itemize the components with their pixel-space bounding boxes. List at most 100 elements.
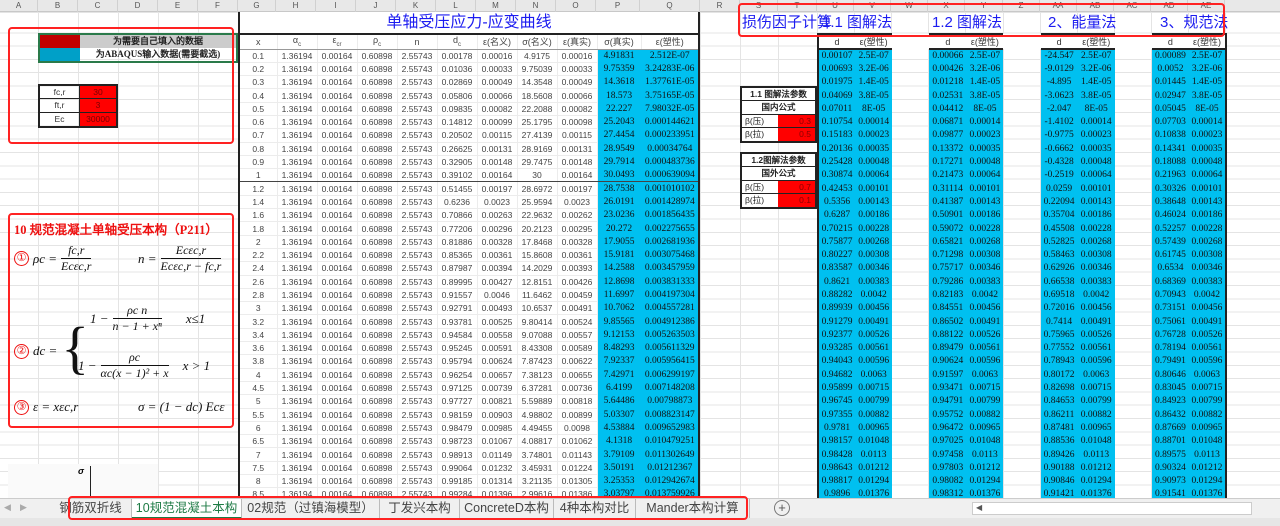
param1-beta-comp-input[interactable]: 0.3 [778, 114, 815, 127]
table-cell[interactable]: 1.4E-05 [966, 75, 1004, 89]
table-cell[interactable]: 1.36194 [277, 75, 318, 90]
table-cell[interactable]: 2.55743 [397, 128, 438, 143]
table-cell[interactable]: 0.00346 [966, 261, 1004, 276]
col-header[interactable]: dc [437, 33, 478, 50]
table-cell[interactable]: 3.2E-06 [1188, 62, 1227, 76]
column-header-AA[interactable]: AA [1040, 0, 1077, 12]
table-cell[interactable]: -0.4328 [1040, 155, 1078, 169]
table-cell[interactable]: 0.00143 [855, 195, 893, 209]
empty-cell[interactable] [1115, 182, 1152, 195]
table-cell[interactable]: 4.53884 [597, 421, 642, 436]
empty-cell[interactable] [1003, 448, 1040, 461]
table-cell[interactable]: 3.45931 [517, 461, 558, 476]
table-cell[interactable]: 0.00164 [557, 168, 598, 183]
table-cell[interactable]: 0.00459 [557, 288, 598, 303]
table-cell[interactable]: 9.75039 [517, 62, 558, 77]
table-cell[interactable]: 2.55743 [397, 49, 438, 63]
table-cell[interactable]: 3.2E-06 [1077, 62, 1115, 76]
table-cell[interactable]: 0.00164 [317, 221, 358, 236]
column-header-Q[interactable]: Q [640, 0, 700, 12]
table-cell[interactable]: 9.75359 [597, 62, 642, 77]
table-cell[interactable]: 0.6 [239, 115, 278, 130]
table-cell[interactable]: 18.5608 [517, 88, 558, 103]
table-cell[interactable]: 0.83045 [1151, 381, 1189, 395]
table-cell[interactable]: 5.5 [239, 408, 278, 422]
table-cell[interactable]: 0.97125 [437, 381, 478, 396]
column-header-I[interactable]: I [316, 0, 356, 12]
table-cell[interactable]: 12.8698 [597, 275, 642, 289]
table-cell[interactable]: 3 [239, 301, 278, 316]
table-cell[interactable]: 0.00268 [966, 235, 1004, 249]
table-cell[interactable]: 0.86502 [929, 314, 967, 329]
table-cell[interactable]: 0.0113 [855, 447, 893, 462]
table-cell[interactable]: 0.38648 [1151, 195, 1189, 209]
table-cell[interactable]: 0.00164 [317, 394, 358, 409]
empty-cell[interactable] [892, 222, 929, 235]
table-cell[interactable]: 0.91557 [437, 288, 478, 303]
table-cell[interactable]: 0.50901 [929, 208, 967, 222]
table-cell[interactable]: 0.00164 [317, 208, 358, 223]
table-cell[interactable]: 0.61745 [1151, 248, 1189, 262]
empty-cell[interactable] [892, 62, 929, 75]
empty-cell[interactable] [1003, 408, 1040, 421]
empty-cell[interactable] [892, 169, 929, 182]
column-header-O[interactable]: O [556, 0, 596, 12]
table-cell[interactable]: 0.91279 [818, 314, 856, 329]
table-cell[interactable]: 0.006299197 [641, 368, 700, 382]
empty-cell[interactable] [1003, 355, 1040, 368]
table-cell[interactable]: 0.0042 [966, 288, 1004, 302]
empty-cell[interactable] [1003, 49, 1040, 62]
empty-cell[interactable] [1115, 288, 1152, 301]
table-cell[interactable]: 0.003075468 [641, 248, 700, 263]
empty-cell[interactable] [1003, 315, 1040, 328]
table-cell[interactable]: 2.55743 [397, 235, 438, 249]
empty-cell[interactable] [892, 368, 929, 381]
table-cell[interactable]: 0.87669 [1151, 421, 1189, 435]
table-cell[interactable]: 0.001428974 [641, 195, 700, 210]
table-cell[interactable]: 0.01294 [1077, 474, 1115, 488]
table-cell[interactable]: 0.00186 [855, 208, 893, 222]
table-cell[interactable]: 0.35704 [1040, 208, 1078, 222]
empty-cell[interactable] [892, 49, 929, 62]
table-cell[interactable]: 2.55743 [397, 168, 438, 183]
table-cell[interactable]: 1.36194 [277, 49, 318, 63]
empty-cell[interactable] [1003, 222, 1040, 235]
table-cell[interactable]: 0.91597 [929, 368, 967, 382]
table-cell[interactable]: 0.00965 [855, 421, 893, 435]
table-cell[interactable]: 0.00082 [477, 102, 518, 116]
table-cell[interactable]: 15.8608 [517, 248, 558, 263]
table-cell[interactable]: 30 [517, 168, 558, 183]
table-cell[interactable]: 0.00965 [1188, 421, 1227, 435]
table-cell[interactable]: 1.36194 [277, 261, 318, 276]
table-cell[interactable]: 0.00048 [966, 155, 1004, 169]
table-cell[interactable]: 0.00526 [966, 328, 1004, 342]
table-cell[interactable]: 0.60898 [357, 248, 398, 263]
table-cell[interactable]: 9.80414 [517, 314, 558, 329]
table-cell[interactable]: 9.85565 [597, 314, 642, 329]
table-cell[interactable]: 0.00591 [477, 341, 518, 356]
table-cell[interactable]: 1.36194 [277, 142, 318, 156]
table-cell[interactable]: 0.82183 [929, 288, 967, 302]
empty-cell[interactable] [892, 115, 929, 128]
table-cell[interactable]: 11.6462 [517, 288, 558, 303]
table-cell[interactable]: 0.00178 [437, 49, 478, 63]
table-cell[interactable]: 0.00799 [966, 394, 1004, 409]
table-cell[interactable]: 0.84923 [1151, 394, 1189, 409]
table-cell[interactable]: 0.00525 [477, 314, 518, 329]
col-header[interactable]: σ(名义) [517, 33, 558, 50]
table-cell[interactable]: 0.98428 [818, 447, 856, 462]
table-cell[interactable]: 0.88701 [1151, 434, 1189, 448]
table-cell[interactable]: 0.00164 [317, 434, 358, 449]
scroll-left-icon[interactable]: ◀ [976, 503, 982, 512]
empty-cell[interactable] [1003, 342, 1040, 355]
table-cell[interactable]: 1.36194 [277, 434, 318, 449]
table-cell[interactable]: 0.60898 [357, 168, 398, 183]
table-cell[interactable]: 0.00048 [1188, 155, 1227, 169]
table-cell[interactable]: 0.00361 [477, 248, 518, 263]
empty-cell[interactable] [892, 475, 929, 488]
table-cell[interactable]: 0.00048 [1077, 155, 1115, 169]
table-cell[interactable]: 0.00561 [855, 341, 893, 355]
table-cell[interactable]: 0.00064 [1077, 168, 1115, 182]
table-cell[interactable]: 0.00066 [557, 88, 598, 103]
empty-cell[interactable] [1115, 248, 1152, 261]
